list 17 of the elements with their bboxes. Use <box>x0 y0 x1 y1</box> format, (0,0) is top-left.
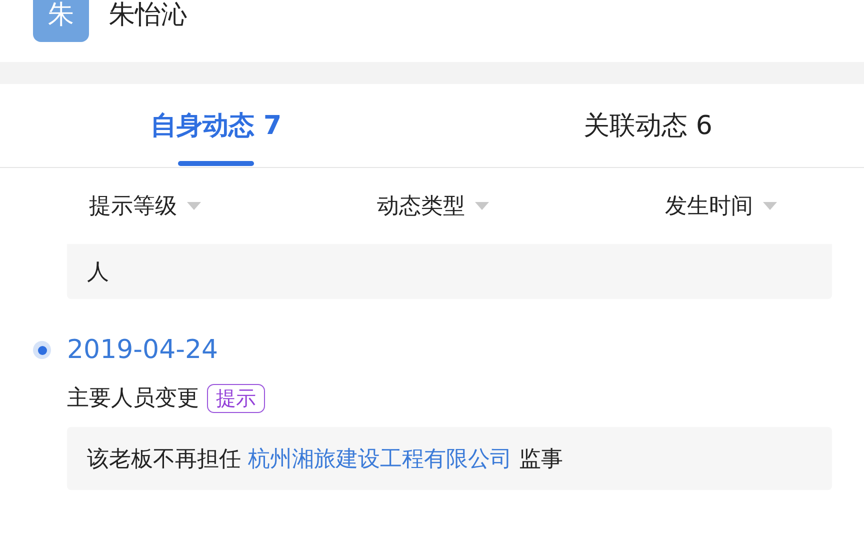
timeline-dot <box>33 341 51 359</box>
filter-dropdown[interactable]: 发生时间 <box>665 191 753 221</box>
tab[interactable]: 关联动态 6 <box>432 84 864 167</box>
entry-date: 2019-04-24 <box>67 335 218 365</box>
caret-icon <box>475 202 489 210</box>
tab[interactable]: 自身动态 7 <box>0 84 432 167</box>
caret-icon <box>187 202 201 210</box>
detail-text: 该老板不再担任 杭州湘旅建设工程有限公司 监事 <box>87 446 563 474</box>
caret-icon <box>763 202 777 210</box>
avatar: 朱 <box>33 0 89 42</box>
filter-dropdown[interactable]: 提示等级 <box>89 191 177 221</box>
company-link[interactable]: 杭州湘旅建设工程有限公司 <box>248 446 512 472</box>
detail-text: 人 <box>87 258 109 286</box>
entry-type: 主要人员变更 <box>67 385 199 413</box>
level-tag: 提示 <box>207 384 265 412</box>
person-name: 朱怡沁 <box>109 0 187 30</box>
filter-dropdown[interactable]: 动态类型 <box>377 191 465 221</box>
